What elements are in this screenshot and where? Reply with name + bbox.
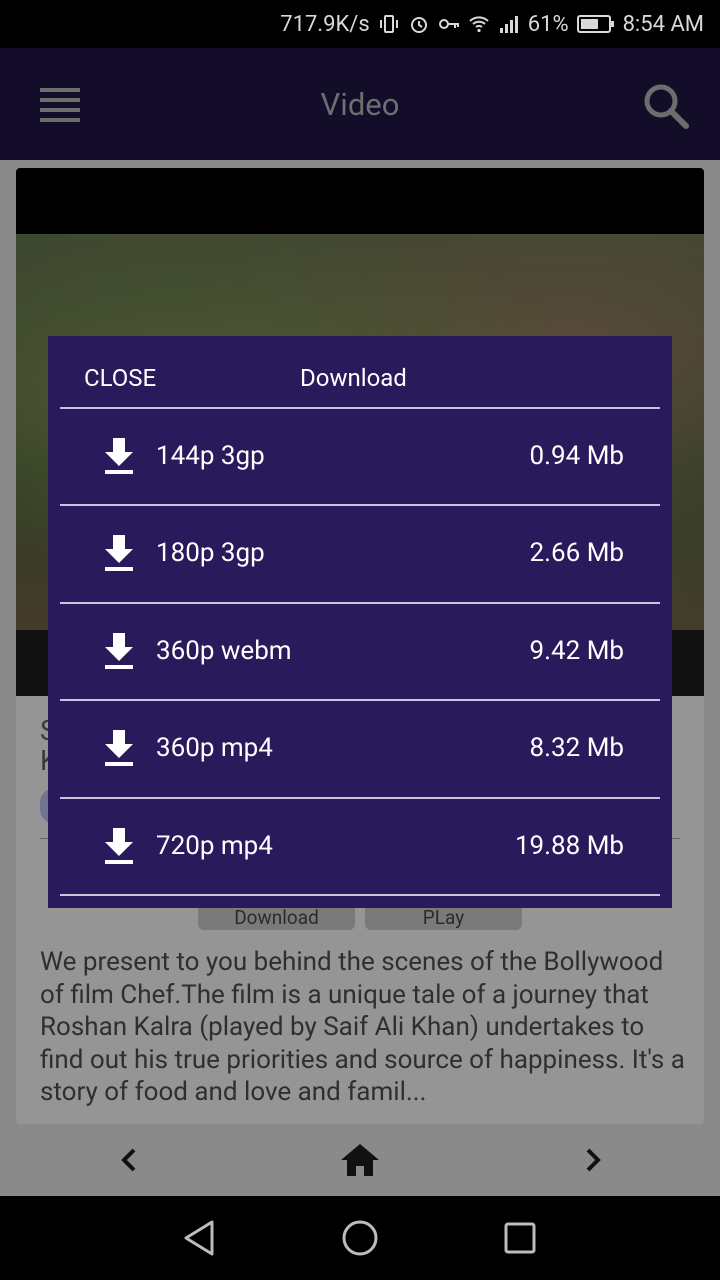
option-size: 2.66 Mb <box>529 538 624 568</box>
download-icon <box>105 535 133 571</box>
status-bar: 717.9K/s 61% 8:54 AM <box>0 0 720 48</box>
option-size: 0.94 Mb <box>529 441 624 471</box>
back-triangle-icon[interactable] <box>178 1216 222 1260</box>
close-button[interactable]: CLOSE <box>84 364 156 392</box>
recents-square-icon[interactable] <box>498 1216 542 1260</box>
option-quality: 360p webm <box>156 636 292 666</box>
row-divider <box>60 894 660 896</box>
option-quality: 144p 3gp <box>156 441 265 471</box>
home-icon[interactable] <box>335 1136 385 1184</box>
option-quality: 720p mp4 <box>156 831 273 861</box>
download-icon <box>105 633 133 669</box>
home-circle-icon[interactable] <box>338 1216 382 1260</box>
alarm-icon <box>410 17 427 33</box>
search-icon[interactable] <box>642 82 690 130</box>
option-size: 9.42 Mb <box>529 636 624 666</box>
chevron-right-icon[interactable] <box>568 1136 618 1184</box>
app-bar: Video <box>0 48 720 160</box>
video-description: We present to you behind the scenes of t… <box>40 947 685 1107</box>
battery-icon <box>576 15 614 33</box>
page-title: Video <box>320 86 400 123</box>
option-quality: 180p 3gp <box>156 538 265 568</box>
download-option-180p-3gp[interactable]: 180p 3gp 2.66 Mb <box>60 506 660 601</box>
dialog-title: Download <box>300 364 407 392</box>
download-icon <box>105 828 133 864</box>
bottom-nav <box>0 1124 720 1196</box>
option-size: 19.88 Mb <box>514 831 624 861</box>
download-option-360p-mp4[interactable]: 360p mp4 8.32 Mb <box>60 701 660 796</box>
download-option-144p-3gp[interactable]: 144p 3gp 0.94 Mb <box>60 409 660 504</box>
vibrate-icon <box>379 15 398 33</box>
battery-percent: 61% <box>527 11 569 37</box>
download-dialog: CLOSE Download 144p 3gp 0.94 Mb 180p 3gp… <box>48 336 672 908</box>
clock: 8:54 AM <box>622 11 704 37</box>
chevron-left-icon[interactable] <box>104 1136 154 1184</box>
download-icon <box>105 438 133 474</box>
network-speed: 717.9K/s <box>280 11 370 37</box>
option-size: 8.32 Mb <box>529 733 624 763</box>
signal-icon <box>499 16 518 33</box>
wifi-icon <box>469 16 489 33</box>
system-nav <box>0 1196 720 1280</box>
download-option-720p-mp4[interactable]: 720p mp4 19.88 Mb <box>60 799 660 894</box>
download-option-360p-webm[interactable]: 360p webm 9.42 Mb <box>60 604 660 699</box>
option-quality: 360p mp4 <box>156 733 273 763</box>
download-icon <box>105 730 133 766</box>
key-icon <box>438 19 459 29</box>
